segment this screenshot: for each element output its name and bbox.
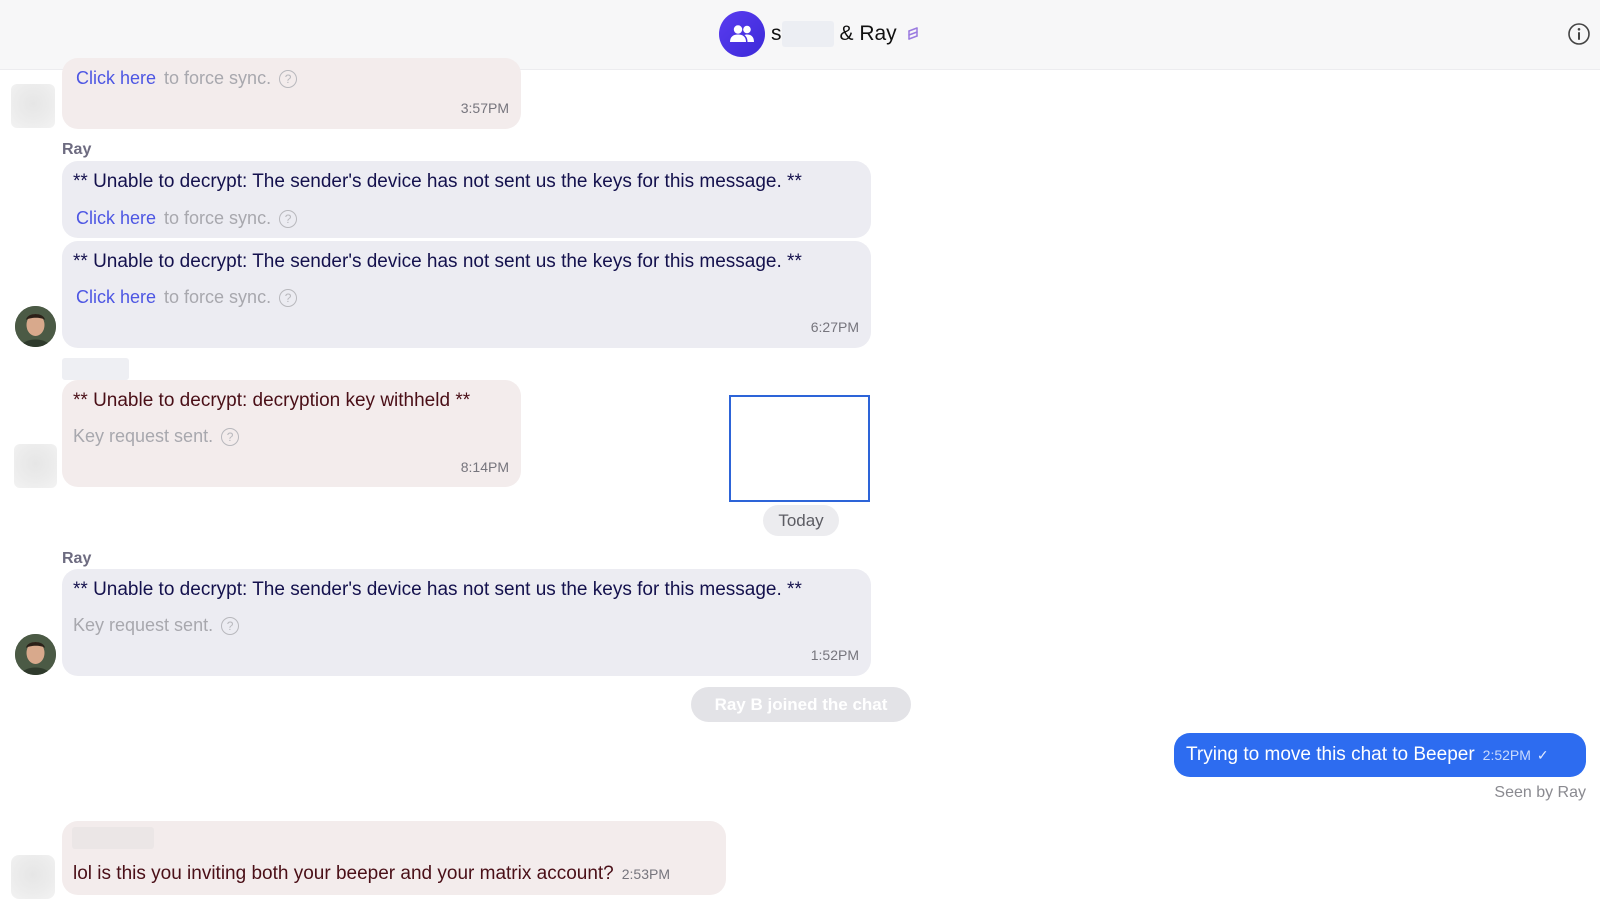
message-time: 2:53PM — [621, 866, 670, 882]
message-text: lol is this you inviting both your beepe… — [73, 863, 670, 885]
force-sync-hint: Click here to force sync. ? — [76, 287, 298, 308]
ray-avatar[interactable] — [15, 306, 56, 347]
force-sync-hint: Click here to force sync. ? — [76, 68, 298, 89]
message-time: 2:52PM — [1482, 747, 1531, 763]
hint-text: Key request sent. — [73, 615, 214, 635]
sender-name[interactable]: Ray — [62, 141, 91, 159]
force-sync-link[interactable]: Click here — [76, 68, 156, 89]
redacted-sender-name — [72, 827, 154, 849]
check-icon: ✓ — [1536, 746, 1549, 763]
help-icon[interactable]: ? — [279, 288, 298, 307]
message-bubble[interactable]: Click here to force sync. ? 3:57PM — [62, 58, 521, 129]
help-icon[interactable]: ? — [221, 427, 240, 446]
message-time: 6:27PM — [810, 319, 859, 335]
message-time: 3:57PM — [460, 100, 509, 116]
sender-avatar[interactable] — [11, 84, 55, 128]
group-avatar[interactable] — [719, 11, 765, 57]
sender-avatar[interactable] — [14, 444, 57, 488]
chat-title[interactable]: s & Ray — [719, 11, 921, 57]
focus-highlight — [729, 395, 870, 502]
redacted-name — [781, 21, 834, 47]
ray-avatar[interactable] — [15, 634, 56, 675]
message-bubble[interactable]: ** Unable to decrypt: The sender's devic… — [62, 161, 871, 238]
sender-name[interactable]: Ray — [62, 550, 91, 568]
chat-title-end: & Ray — [839, 22, 897, 45]
people-icon — [730, 25, 754, 42]
person-photo-icon — [15, 306, 56, 347]
key-request-hint: Key request sent. ? — [73, 426, 240, 447]
hint-text: Key request sent. — [73, 426, 214, 446]
message-bubble[interactable]: ** Unable to decrypt: The sender's devic… — [62, 569, 871, 676]
outgoing-message-bubble[interactable]: Trying to move this chat to Beeper 2:52P… — [1174, 733, 1586, 777]
message-bubble[interactable]: lol is this you inviting both your beepe… — [62, 821, 726, 895]
hint-text: to force sync. — [164, 287, 272, 307]
chat-title-start: s — [771, 22, 782, 45]
message-text: ** Unable to decrypt: decryption key wit… — [73, 390, 471, 411]
message-text: ** Unable to decrypt: The sender's devic… — [73, 579, 802, 600]
message-time: 8:14PM — [460, 459, 509, 475]
message-body: lol is this you inviting both your beepe… — [73, 863, 614, 884]
force-sync-link[interactable]: Click here — [76, 208, 156, 229]
key-request-hint: Key request sent. ? — [73, 615, 240, 636]
message-text: Trying to move this chat to Beeper — [1186, 744, 1475, 765]
hint-text: to force sync. — [164, 208, 272, 228]
day-divider: Today — [763, 505, 839, 536]
sender-avatar[interactable] — [11, 855, 55, 899]
help-icon[interactable]: ? — [279, 69, 298, 88]
info-icon[interactable] — [1567, 22, 1591, 46]
force-sync-link[interactable]: Click here — [76, 287, 156, 308]
message-text: ** Unable to decrypt: The sender's devic… — [73, 171, 802, 192]
help-icon[interactable]: ? — [279, 209, 298, 228]
message-bubble[interactable]: ** Unable to decrypt: The sender's devic… — [62, 241, 871, 348]
message-text: ** Unable to decrypt: The sender's devic… — [73, 251, 802, 272]
help-icon[interactable]: ? — [221, 616, 240, 635]
message-bubble[interactable]: ** Unable to decrypt: decryption key wit… — [62, 380, 521, 487]
bridge-link-icon — [907, 27, 918, 40]
redacted-sender-name — [62, 358, 129, 380]
system-event: Ray B joined the chat — [691, 687, 911, 722]
person-photo-icon — [15, 634, 56, 675]
hint-text: to force sync. — [164, 68, 272, 88]
message-time: 1:52PM — [810, 647, 859, 663]
read-receipt[interactable]: Seen by Ray — [1494, 784, 1586, 802]
force-sync-hint: Click here to force sync. ? — [76, 208, 298, 229]
